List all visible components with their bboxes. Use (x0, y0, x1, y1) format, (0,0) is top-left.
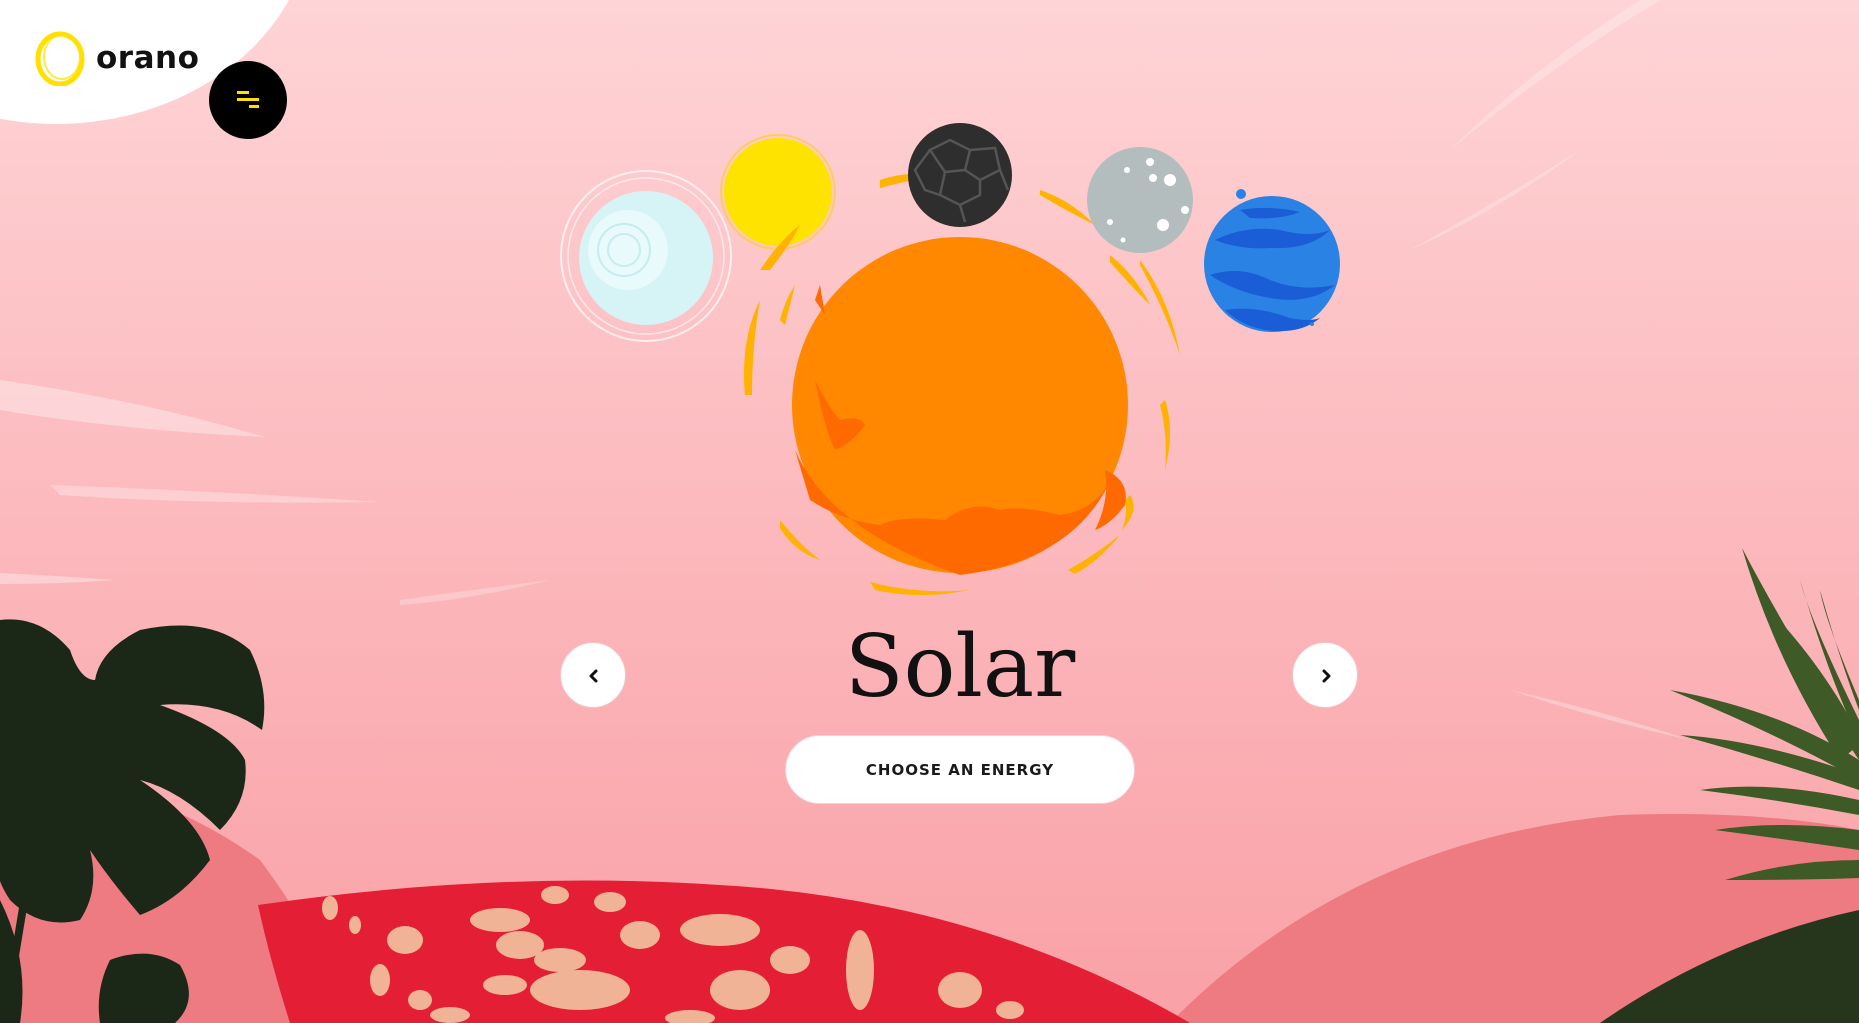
previous-energy-button[interactable] (560, 642, 626, 708)
choose-energy-label: CHOOSE AN ENERGY (865, 760, 1055, 779)
planet-carousel (560, 123, 1340, 595)
page: orano Solar CHOOSE AN ENERGY (0, 0, 1859, 1023)
sun-planet-icon[interactable] (792, 237, 1128, 575)
ice-planet-icon[interactable] (560, 170, 732, 342)
energy-title: Solar (844, 617, 1076, 717)
choose-energy-button[interactable]: CHOOSE AN ENERGY (785, 735, 1135, 804)
next-energy-button[interactable] (1292, 642, 1358, 708)
chevron-left-icon (589, 669, 598, 683)
blue-water-planet-icon[interactable] (1204, 189, 1340, 332)
chevron-right-icon (1322, 669, 1331, 683)
grey-moon-planet-icon[interactable] (1087, 147, 1193, 253)
yellow-planet-icon[interactable] (720, 134, 836, 250)
coal-planet-icon[interactable] (908, 123, 1012, 227)
